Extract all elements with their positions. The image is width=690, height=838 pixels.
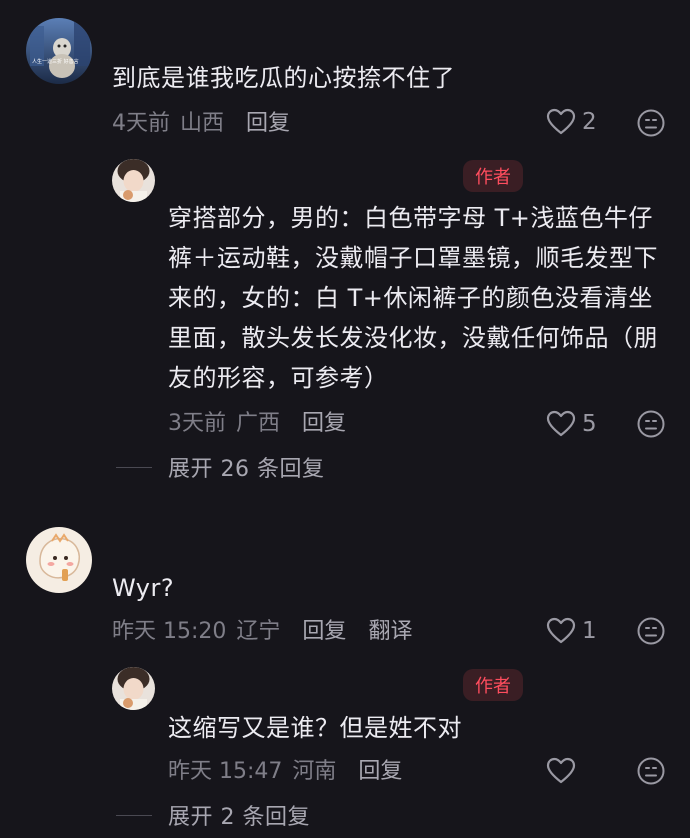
reply-meta: 3天前 广西 回复 <box>168 405 346 437</box>
comment-time: 4天前 <box>112 111 170 136</box>
comment-text: Wyr? <box>112 574 175 602</box>
reply-text: 这缩写又是谁？但是姓不对 <box>168 714 462 742</box>
expand-replies-label: 展开 26 条回复 <box>168 457 325 482</box>
expand-replies-label: 展开 2 条回复 <box>168 805 310 830</box>
like-button[interactable]: 2 <box>546 106 597 138</box>
divider <box>116 814 152 816</box>
author-avatar[interactable] <box>112 159 155 202</box>
dislike-icon[interactable] <box>636 756 666 786</box>
comment-meta: 4天前 山西 回复 <box>112 105 290 137</box>
reply-location: 河南 <box>292 759 337 784</box>
dislike-icon[interactable] <box>636 409 666 439</box>
like-button[interactable]: 5 <box>546 408 597 440</box>
like-button[interactable] <box>546 755 582 787</box>
reply-meta: 昨天 15:47 河南 回复 <box>168 753 402 785</box>
heart-icon <box>546 757 576 784</box>
dislike-icon[interactable] <box>636 108 666 138</box>
reply-text: 穿搭部分，男的：白色带字母 T+浅蓝色牛仔裤＋运动鞋，没戴帽子口罩墨镜，顺毛发型… <box>168 204 658 392</box>
avatar-caption: 人生一道三折 好善言 <box>32 59 79 65</box>
translate-button[interactable]: 翻译 <box>368 613 412 645</box>
reply-time: 3天前 <box>168 411 226 436</box>
author-avatar[interactable] <box>112 667 155 710</box>
expand-replies-button[interactable]: 展开 26 条回复 <box>116 450 324 484</box>
like-button[interactable]: 1 <box>546 615 597 647</box>
comment-text: 到底是谁我吃瓜的心按捺不住了 <box>112 64 455 92</box>
divider <box>116 466 152 468</box>
reply-location: 广西 <box>236 411 281 436</box>
author-badge: 作者 <box>463 160 523 192</box>
dislike-icon[interactable] <box>636 616 666 646</box>
avatar[interactable] <box>26 527 92 593</box>
reply-button[interactable]: 回复 <box>302 405 346 437</box>
reply-button[interactable]: 回复 <box>302 613 346 645</box>
like-count: 1 <box>582 618 597 644</box>
reply-button[interactable]: 回复 <box>358 753 402 785</box>
comment-time: 昨天 15:20 <box>112 619 227 644</box>
heart-icon <box>546 617 576 644</box>
like-count: 5 <box>582 411 597 437</box>
expand-replies-button[interactable]: 展开 2 条回复 <box>116 798 310 832</box>
reply-time: 昨天 15:47 <box>168 759 283 784</box>
comment-location: 辽宁 <box>236 619 281 644</box>
heart-icon <box>546 410 576 437</box>
avatar[interactable]: 人生一道三折 好善言 <box>26 18 92 84</box>
heart-icon <box>546 108 576 135</box>
author-badge: 作者 <box>463 669 523 701</box>
comment-location: 山西 <box>180 111 225 136</box>
comment-meta: 昨天 15:20 辽宁 回复 翻译 <box>112 613 412 645</box>
reply-button[interactable]: 回复 <box>246 105 290 137</box>
like-count: 2 <box>582 109 597 135</box>
